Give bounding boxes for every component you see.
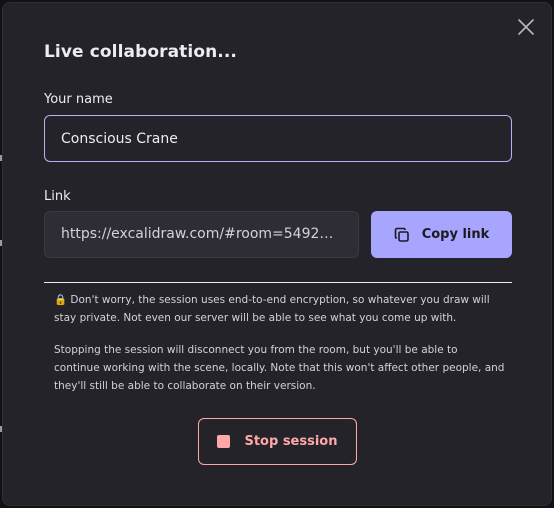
- link-input[interactable]: https://excalidraw.com/#room=5492462…: [44, 211, 359, 258]
- copy-icon: [394, 227, 409, 242]
- stop-session-button[interactable]: Stop session: [198, 418, 357, 465]
- close-button[interactable]: [516, 17, 536, 37]
- live-collaboration-dialog: Live collaboration... Your name Link htt…: [2, 2, 552, 506]
- dialog-title: Live collaboration...: [44, 42, 237, 62]
- stop-icon: [217, 435, 231, 448]
- stop-session-notice: Stopping the session will disconnect you…: [54, 344, 505, 392]
- name-input[interactable]: [44, 115, 512, 162]
- stop-session-label: Stop session: [244, 434, 338, 449]
- close-icon: [518, 19, 534, 35]
- copy-link-button[interactable]: Copy link: [371, 211, 512, 258]
- copy-link-label: Copy link: [421, 227, 490, 242]
- encryption-notice: 🔒 Don't worry, the session uses end-to-e…: [54, 294, 490, 324]
- name-label: Your name: [44, 92, 113, 107]
- divider: [44, 282, 512, 283]
- link-label: Link: [44, 189, 71, 204]
